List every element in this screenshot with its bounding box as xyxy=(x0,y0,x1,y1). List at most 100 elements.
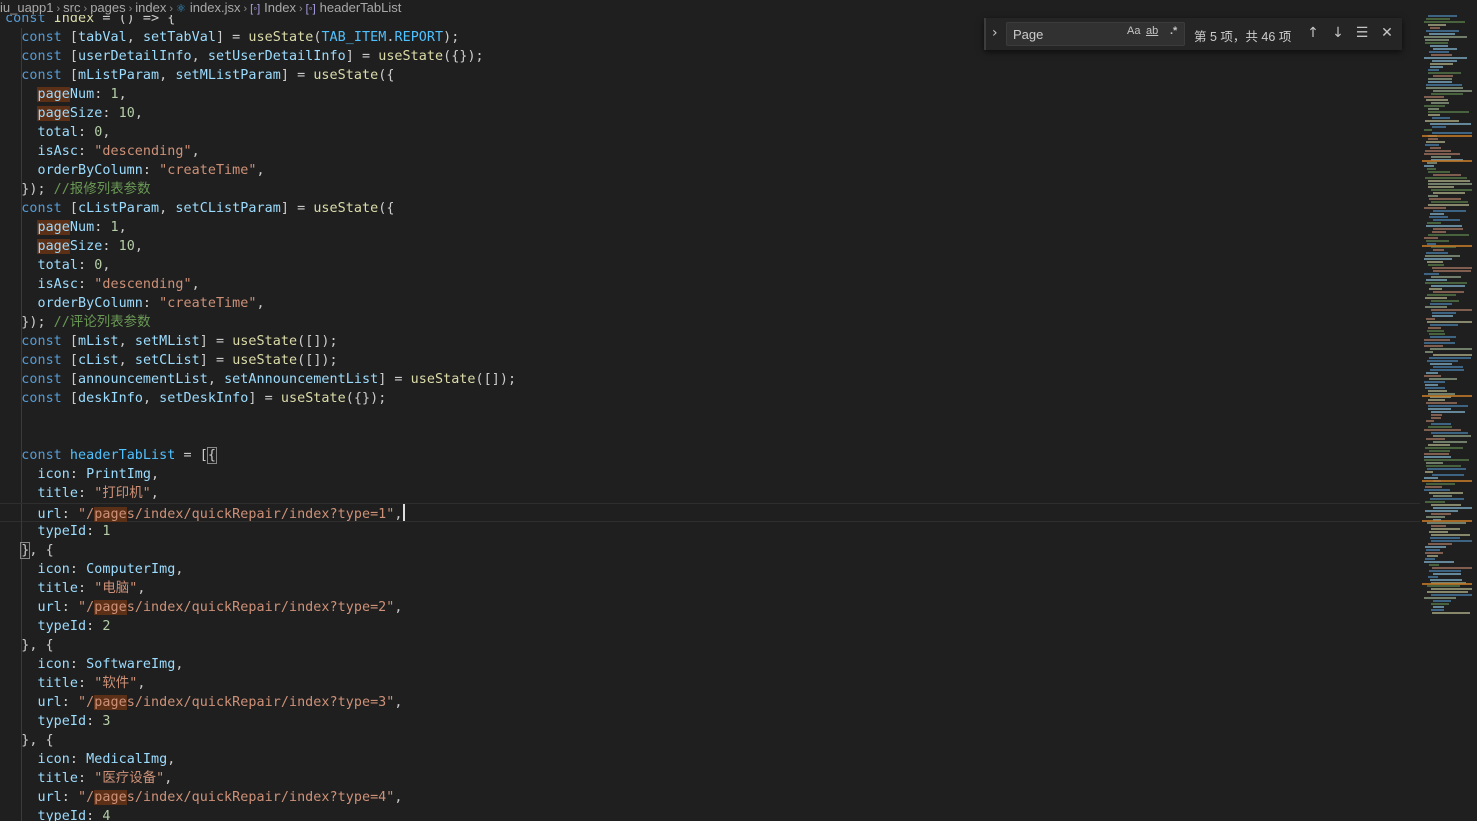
minimap-line xyxy=(1428,186,1454,188)
code-editor[interactable]: const Index = () => { const [tabVal, set… xyxy=(0,13,1420,821)
code-line[interactable]: const [mList, setMList] = useState([]); xyxy=(0,332,1420,351)
breadcrumb-item-index-folder[interactable]: index xyxy=(135,0,166,15)
code-line[interactable]: isAsc: "descending", xyxy=(0,275,1420,294)
code-token: }); xyxy=(5,315,54,330)
code-line[interactable]: title: "电脑", xyxy=(0,579,1420,598)
code-line[interactable]: url: "/pages/index/quickRepair/index?typ… xyxy=(0,693,1420,712)
code-line[interactable]: const [announcementList, setAnnouncement… xyxy=(0,370,1420,389)
code-line[interactable]: }, { xyxy=(0,731,1420,750)
code-token: cList xyxy=(78,353,119,368)
code-line[interactable]: typeId: 2 xyxy=(0,617,1420,636)
code-line[interactable]: url: "/pages/index/quickRepair/index?typ… xyxy=(0,598,1420,617)
arrow-down-icon[interactable]: ↓ xyxy=(1329,24,1347,42)
minimap-line xyxy=(1431,504,1461,506)
match-case-button[interactable]: Aa xyxy=(1127,25,1140,37)
minimap-line xyxy=(1424,21,1465,23)
code-token: "/ xyxy=(78,695,95,710)
breadcrumb-item-file[interactable]: index.jsx xyxy=(190,0,241,15)
code-token: const xyxy=(21,68,70,83)
code-token: : xyxy=(78,277,95,292)
minimap-match-highlight xyxy=(1422,160,1477,162)
code-line[interactable]: orderByColumn: "createTime", xyxy=(0,161,1420,180)
code-token: url xyxy=(37,790,62,805)
chevron-right-icon: › xyxy=(243,3,248,15)
minimap-line xyxy=(1426,516,1445,518)
minimap-line xyxy=(1424,105,1445,107)
code-line[interactable]: total: 0, xyxy=(0,123,1420,142)
code-line[interactable]: const [cList, setCList] = useState([]); xyxy=(0,351,1420,370)
code-line[interactable]: url: "/pages/index/quickRepair/index?typ… xyxy=(0,503,1420,523)
code-line[interactable]: typeId: 4 xyxy=(0,807,1420,821)
close-icon[interactable]: ✕ xyxy=(1378,24,1396,42)
code-line[interactable]: title: "打印机", xyxy=(0,484,1420,503)
code-line[interactable]: }); //评论列表参数 xyxy=(0,313,1420,332)
minimap-line xyxy=(1425,282,1467,284)
minimap-line xyxy=(1433,174,1461,176)
match-whole-word-button[interactable]: ab xyxy=(1146,25,1158,37)
code-text: title: "软件", xyxy=(5,674,145,693)
code-line[interactable] xyxy=(0,408,1420,427)
minimap-line xyxy=(1431,432,1468,434)
code-line[interactable]: const [mListParam, setMListParam] = useS… xyxy=(0,66,1420,85)
minimap[interactable] xyxy=(1422,15,1477,635)
code-line[interactable]: pageSize: 10, xyxy=(0,237,1420,256)
code-line[interactable]: icon: PrintImg, xyxy=(0,465,1420,484)
minimap-line xyxy=(1430,579,1462,581)
code-token: const xyxy=(21,30,70,45)
arrow-up-icon[interactable]: ↑ xyxy=(1304,24,1322,42)
breadcrumb-item-project[interactable]: iu_uapp1 xyxy=(0,0,54,15)
code-line[interactable]: title: "软件", xyxy=(0,674,1420,693)
chevron-right-icon[interactable]: › xyxy=(992,25,998,41)
code-line[interactable]: pageSize: 10, xyxy=(0,104,1420,123)
code-line[interactable]: const headerTabList = [{ xyxy=(0,446,1420,465)
minimap-line xyxy=(1433,90,1476,92)
minimap-line xyxy=(1432,117,1450,119)
code-token: , xyxy=(151,467,160,482)
code-line[interactable]: const [deskInfo, setDeskInfo] = useState… xyxy=(0,389,1420,408)
code-line[interactable]: total: 0, xyxy=(0,256,1420,275)
code-line[interactable]: }, { xyxy=(0,541,1420,560)
search-match: page xyxy=(37,106,70,121)
code-line[interactable]: title: "医疗设备", xyxy=(0,769,1420,788)
code-token: icon xyxy=(37,657,70,672)
vertical-scrollbar[interactable] xyxy=(1472,15,1477,821)
minimap-line xyxy=(1431,417,1441,419)
code-line[interactable]: icon: MedicalImg, xyxy=(0,750,1420,769)
find-in-selection-icon[interactable]: ☰ xyxy=(1353,24,1371,42)
minimap-line xyxy=(1424,597,1456,599)
code-token: , xyxy=(134,106,143,121)
minimap-line xyxy=(1425,486,1442,488)
code-line[interactable]: isAsc: "descending", xyxy=(0,142,1420,161)
code-line[interactable]: icon: ComputerImg, xyxy=(0,560,1420,579)
breadcrumb-item-src[interactable]: src xyxy=(63,0,80,15)
code-line[interactable]: }); //报修列表参数 xyxy=(0,180,1420,199)
minimap-line xyxy=(1433,249,1444,251)
code-token: : xyxy=(61,790,79,805)
code-line[interactable]: }, { xyxy=(0,636,1420,655)
code-token: s/index/quickRepair/index?type=3" xyxy=(126,695,395,710)
code-line[interactable]: pageNum: 1, xyxy=(0,85,1420,104)
code-line[interactable]: url: "/pages/index/quickRepair/index?typ… xyxy=(0,788,1420,807)
code-line[interactable]: typeId: 3 xyxy=(0,712,1420,731)
regex-button[interactable]: .* xyxy=(1170,25,1177,37)
code-line[interactable]: icon: SoftwareImg, xyxy=(0,655,1420,674)
code-line[interactable] xyxy=(0,427,1420,446)
breadcrumb-item-symbol-headertablist[interactable]: headerTabList xyxy=(320,0,402,15)
code-token: ([]); xyxy=(297,353,338,368)
code-line[interactable]: orderByColumn: "createTime", xyxy=(0,294,1420,313)
code-line[interactable]: const [cListParam, setCListParam] = useS… xyxy=(0,199,1420,218)
minimap-line xyxy=(1425,501,1445,503)
breadcrumb-item-symbol-index[interactable]: Index xyxy=(264,0,296,15)
code-line[interactable]: pageNum: 1, xyxy=(0,218,1420,237)
code-text: total: 0, xyxy=(5,123,111,142)
minimap-line xyxy=(1430,66,1443,68)
minimap-line xyxy=(1429,570,1461,572)
minimap-line xyxy=(1433,270,1471,272)
breadcrumb-item-pages[interactable]: pages xyxy=(90,0,125,15)
code-token: useState xyxy=(313,201,379,216)
code-token: }, { xyxy=(5,733,54,748)
minimap-line xyxy=(1433,606,1444,608)
code-line[interactable]: typeId: 1 xyxy=(0,522,1420,541)
code-token: "软件" xyxy=(94,676,138,691)
